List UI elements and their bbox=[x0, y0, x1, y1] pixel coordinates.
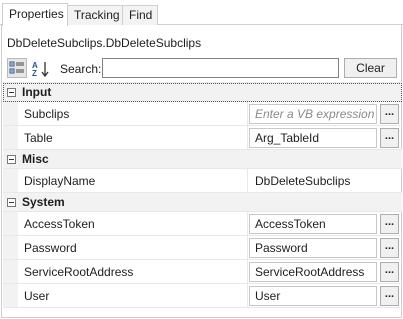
property-grid: Input Subclips Enter a VB expression ...… bbox=[3, 82, 402, 318]
ellipsis-button[interactable]: ... bbox=[380, 214, 399, 234]
column-divider[interactable] bbox=[247, 260, 248, 284]
sort-alphabetical-icon: A Z bbox=[32, 61, 49, 78]
property-value-input[interactable]: User bbox=[249, 286, 377, 306]
category-label: System bbox=[22, 195, 65, 209]
properties-panel: DbDeleteSubclips.DbDeleteSubclips A Z Se bbox=[1, 25, 402, 318]
property-name: Subclips bbox=[24, 107, 70, 121]
property-value-input[interactable]: AccessToken bbox=[249, 214, 377, 234]
tab-tracking[interactable]: Tracking bbox=[67, 5, 123, 25]
tab-find[interactable]: Find bbox=[122, 5, 158, 25]
column-divider[interactable] bbox=[247, 126, 248, 150]
property-row-serviceroot[interactable]: ServiceRootAddress ServiceRootAddress ..… bbox=[3, 260, 402, 284]
property-name: DisplayName bbox=[24, 174, 96, 188]
property-name: Password bbox=[24, 241, 77, 255]
property-name: AccessToken bbox=[24, 217, 95, 231]
alphabetical-view-button[interactable]: A Z bbox=[30, 58, 50, 78]
property-value-input[interactable]: Arg_TableId bbox=[249, 128, 377, 148]
categorized-view-button[interactable] bbox=[7, 58, 27, 78]
category-misc[interactable]: Misc bbox=[3, 150, 402, 169]
category-input[interactable]: Input bbox=[3, 83, 402, 102]
property-row-accesstoken[interactable]: AccessToken AccessToken ... bbox=[3, 212, 402, 236]
property-row-subclips[interactable]: Subclips Enter a VB expression ... bbox=[3, 102, 402, 126]
selected-object-name: DbDeleteSubclips.DbDeleteSubclips bbox=[7, 36, 202, 50]
tab-properties[interactable]: Properties bbox=[2, 3, 68, 26]
ellipsis-button[interactable]: ... bbox=[380, 286, 399, 306]
search-label: Search: bbox=[60, 62, 102, 76]
property-value-input[interactable]: DbDeleteSubclips bbox=[249, 171, 377, 191]
svg-text:Z: Z bbox=[32, 69, 37, 78]
categorized-view-icon bbox=[9, 61, 24, 74]
clear-button[interactable]: Clear bbox=[344, 58, 397, 78]
property-row-password[interactable]: Password Password ... bbox=[3, 236, 402, 260]
property-row-user[interactable]: User User ... bbox=[3, 284, 402, 308]
property-name: ServiceRootAddress bbox=[24, 265, 134, 279]
column-divider[interactable] bbox=[247, 236, 248, 260]
column-divider[interactable] bbox=[247, 102, 248, 126]
tab-strip: Properties Tracking Find bbox=[0, 0, 403, 26]
properties-window: Properties Tracking Find DbDeleteSubclip… bbox=[0, 0, 403, 319]
column-divider[interactable] bbox=[247, 212, 248, 236]
collapse-icon[interactable] bbox=[7, 198, 16, 207]
column-divider[interactable] bbox=[247, 284, 248, 308]
column-divider[interactable] bbox=[247, 169, 248, 193]
search-input[interactable] bbox=[102, 58, 339, 78]
category-system[interactable]: System bbox=[3, 193, 402, 212]
category-label: Misc bbox=[22, 152, 49, 166]
ellipsis-button[interactable]: ... bbox=[380, 238, 399, 258]
property-value-input[interactable]: Password bbox=[249, 238, 377, 258]
ellipsis-button[interactable]: ... bbox=[380, 104, 399, 124]
property-value-input[interactable]: Enter a VB expression bbox=[249, 104, 377, 124]
collapse-icon[interactable] bbox=[7, 88, 16, 97]
property-name: Table bbox=[24, 131, 53, 145]
ellipsis-button[interactable]: ... bbox=[380, 262, 399, 282]
property-name: User bbox=[24, 289, 50, 303]
property-value-input[interactable]: ServiceRootAddress bbox=[249, 262, 377, 282]
category-label: Input bbox=[22, 85, 52, 99]
property-row-displayname[interactable]: DisplayName DbDeleteSubclips bbox=[3, 169, 402, 193]
collapse-icon[interactable] bbox=[7, 155, 16, 164]
ellipsis-button[interactable]: ... bbox=[380, 128, 399, 148]
property-row-table[interactable]: Table Arg_TableId ... bbox=[3, 126, 402, 150]
